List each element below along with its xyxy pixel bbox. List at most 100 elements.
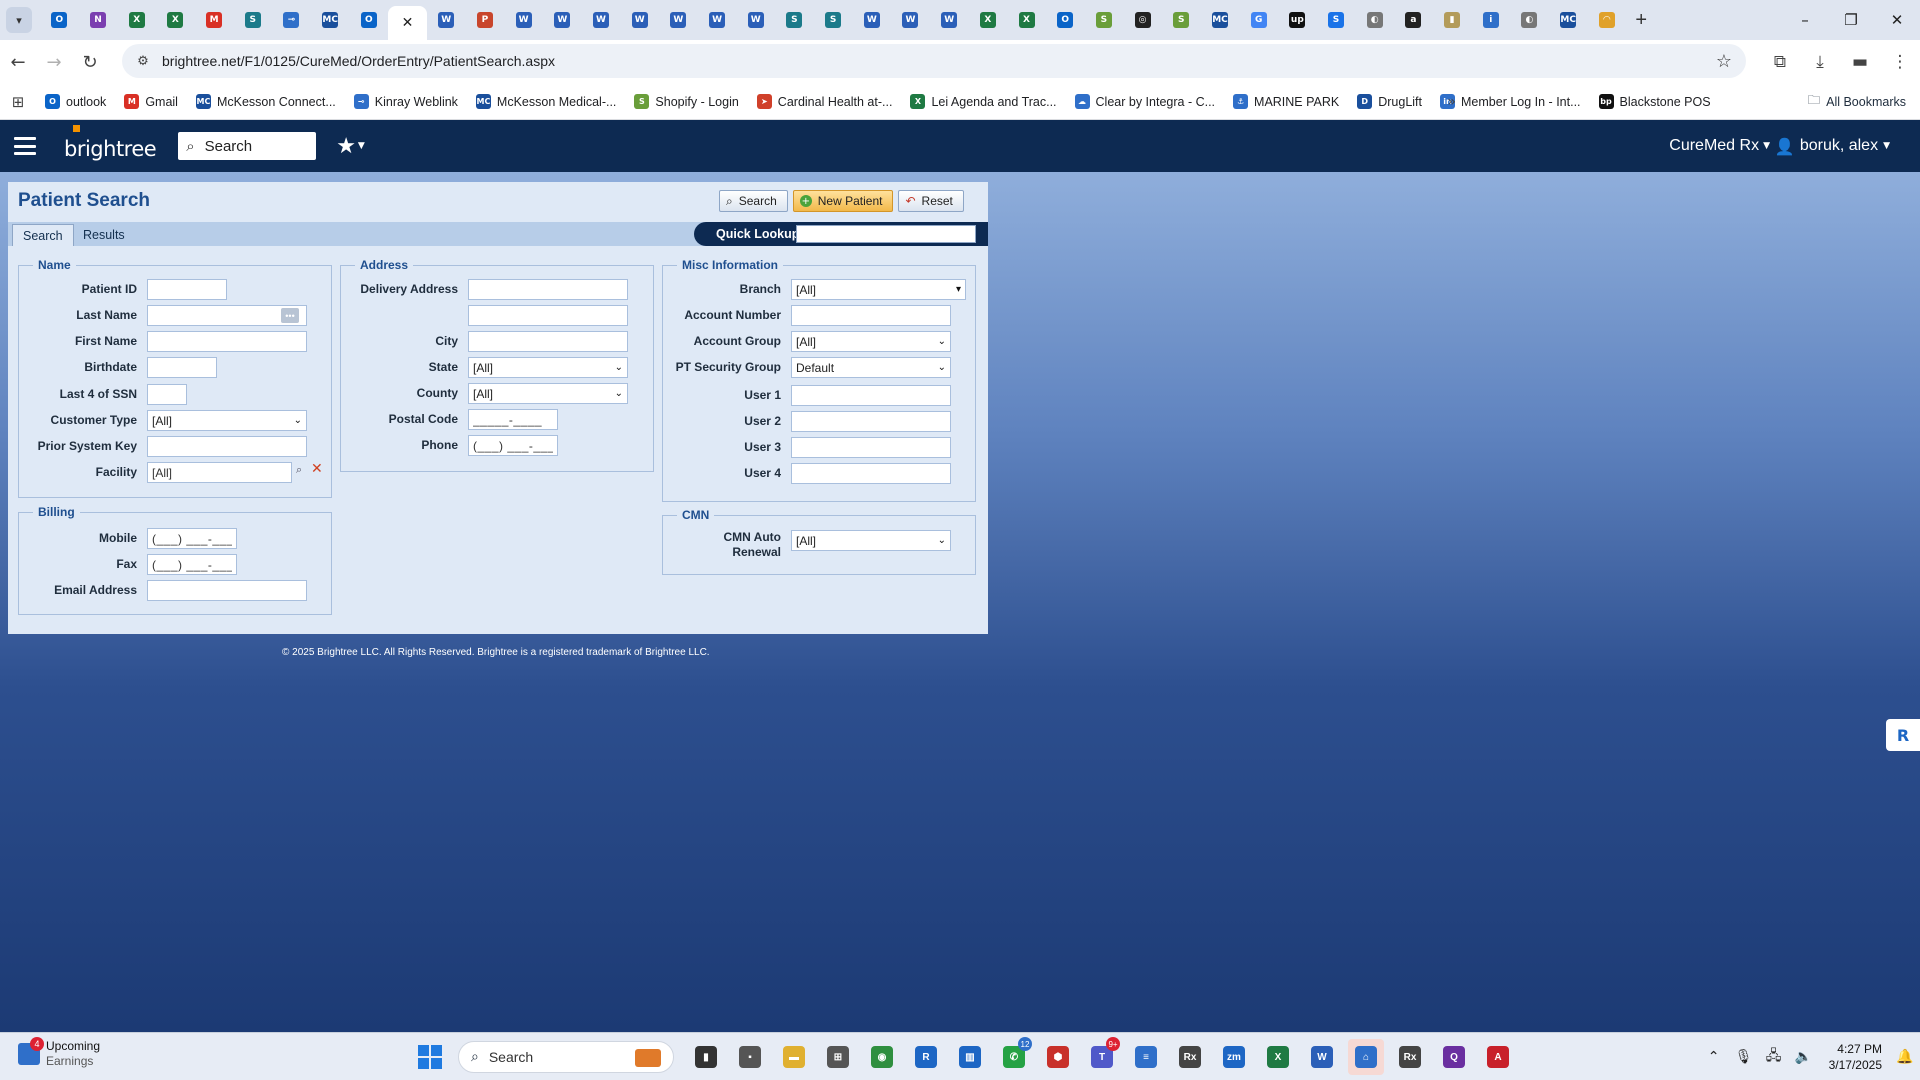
browser-tab[interactable]: O	[40, 4, 79, 36]
taskbar-app[interactable]: ▪	[732, 1039, 768, 1075]
browser-tab[interactable]: S	[1317, 4, 1356, 36]
taskbar-app[interactable]: Rx	[1172, 1039, 1208, 1075]
browser-tab[interactable]: O	[1046, 4, 1085, 36]
pt-security-group-select[interactable]: Default ⌄	[791, 357, 951, 378]
browser-tab[interactable]: W	[930, 4, 969, 36]
bookmark-item[interactable]: S Shopify - Login	[625, 88, 747, 116]
browser-menu-icon[interactable]: ⋮	[1880, 52, 1920, 72]
bookmark-item[interactable]: M Gmail	[115, 88, 187, 116]
taskbar-app[interactable]: ▬	[776, 1039, 812, 1075]
clock[interactable]: 4:27 PM 3/17/2025	[1829, 1041, 1882, 1073]
bookmark-item[interactable]: D DrugLift	[1348, 88, 1431, 116]
bookmark-item[interactable]: MC McKesson Connect...	[187, 88, 345, 116]
county-select[interactable]: [All] ⌄	[468, 383, 628, 404]
taskbar-app[interactable]: ▥	[952, 1039, 988, 1075]
birthdate-input[interactable]	[147, 357, 217, 378]
notifications-bell-icon[interactable]: 🔔	[1890, 1049, 1920, 1065]
bookmark-star-icon[interactable]: ☆	[1716, 51, 1732, 72]
mobile-input[interactable]	[147, 528, 237, 549]
taskbar-app[interactable]: ✆ 12	[996, 1037, 1032, 1075]
network-icon[interactable]: 🖧	[1759, 1045, 1789, 1069]
browser-tab[interactable]: X	[117, 4, 156, 36]
browser-tab[interactable]: MC	[1201, 4, 1240, 36]
taskbar-app[interactable]: ⬢	[1040, 1039, 1076, 1075]
first-name-input[interactable]	[147, 331, 307, 352]
user1-input[interactable]	[791, 385, 951, 406]
bookmark-item[interactable]: ⚓ MARINE PARK	[1224, 88, 1348, 116]
browser-tab[interactable]: W	[852, 4, 891, 36]
bookmark-item[interactable]: bp Blackstone POS	[1590, 88, 1720, 116]
restore-icon[interactable]: ❐	[1828, 0, 1874, 40]
bookmark-item[interactable]: ⊸ Kinray Weblink	[345, 88, 467, 116]
back-icon[interactable]: ←	[0, 44, 36, 80]
facility-input[interactable]	[147, 462, 292, 483]
taskbar-app[interactable]: R	[908, 1039, 944, 1075]
news-widget[interactable]: 4 Upcoming Earnings	[18, 1037, 100, 1069]
site-info-icon[interactable]: ⚙	[134, 54, 152, 69]
browser-tab[interactable]: N	[79, 4, 118, 36]
favorites-menu[interactable]: ★ ▼	[336, 134, 365, 159]
user4-input[interactable]	[791, 463, 951, 484]
taskbar-app[interactable]: T 9+	[1084, 1037, 1120, 1075]
delivery-address-line2-input[interactable]	[468, 305, 628, 326]
browser-tab[interactable]: W	[620, 4, 659, 36]
all-bookmarks-folder[interactable]: 🗀 All Bookmarks	[1808, 91, 1906, 112]
extensions-icon[interactable]: ⧉	[1760, 52, 1800, 72]
branch-select[interactable]: [All] ▾	[791, 279, 966, 300]
brightree-logo[interactable]: brightree	[64, 125, 157, 161]
taskbar-app[interactable]: ⊞	[820, 1039, 856, 1075]
browser-tab[interactable]: ✕	[388, 6, 427, 40]
taskbar-app[interactable]: Q	[1436, 1039, 1472, 1075]
browser-tab[interactable]: X	[156, 4, 195, 36]
profile-icon[interactable]: ▬	[1840, 52, 1880, 72]
user2-input[interactable]	[791, 411, 951, 432]
taskbar-app[interactable]: ◉	[864, 1039, 900, 1075]
facility-lookup-icon[interactable]: ⌕	[296, 463, 302, 477]
more-bookmarks-icon[interactable]: »	[1447, 94, 1456, 110]
patient-id-input[interactable]	[147, 279, 227, 300]
browser-tab[interactable]: S	[775, 4, 814, 36]
apps-grid-icon[interactable]: ⊞	[0, 93, 36, 111]
email-input[interactable]	[147, 580, 307, 601]
user3-input[interactable]	[791, 437, 951, 458]
forward-icon[interactable]: →	[36, 44, 72, 80]
browser-tab[interactable]: W	[698, 4, 737, 36]
taskbar-app[interactable]: A	[1480, 1039, 1516, 1075]
browser-tab[interactable]: ▮	[1433, 4, 1472, 36]
browser-tab[interactable]: ◠	[1588, 4, 1627, 36]
browser-tab[interactable]: X	[969, 4, 1008, 36]
taskbar-search[interactable]: ⌕ Search	[458, 1041, 674, 1073]
side-widget-r-icon[interactable]: R	[1886, 719, 1920, 751]
show-hidden-icons-chevron-icon[interactable]: ⌃	[1699, 1049, 1729, 1065]
browser-tab[interactable]: up	[1278, 4, 1317, 36]
reload-icon[interactable]: ↻	[72, 44, 108, 80]
tab-search-chevron-icon[interactable]: ▾	[6, 7, 32, 33]
new-tab-button[interactable]: +	[1626, 5, 1656, 35]
close-tab-icon[interactable]: ✕	[402, 15, 414, 31]
minimize-icon[interactable]: –	[1782, 0, 1828, 40]
taskbar-app[interactable]: ▮	[688, 1039, 724, 1075]
bookmark-item[interactable]: ➤ Cardinal Health at-...	[748, 88, 902, 116]
phone-input[interactable]	[468, 435, 558, 456]
fax-input[interactable]	[147, 554, 237, 575]
quick-lookup-input[interactable]	[796, 225, 976, 243]
browser-tab[interactable]: W	[891, 4, 930, 36]
cmn-auto-renewal-select[interactable]: [All] ⌄	[791, 530, 951, 551]
taskbar-app[interactable]: ≡	[1128, 1039, 1164, 1075]
browser-tab[interactable]: MC	[311, 4, 350, 36]
ssn-input[interactable]	[147, 384, 187, 405]
browser-tab[interactable]: O	[350, 4, 389, 36]
tab-results[interactable]: Results	[73, 224, 135, 246]
browser-tab[interactable]: S	[1162, 4, 1201, 36]
clear-facility-icon[interactable]: ✕	[311, 461, 323, 477]
company-menu[interactable]: CureMed Rx ▼	[1669, 137, 1770, 155]
volume-icon[interactable]: 🔈	[1789, 1049, 1819, 1065]
browser-tab[interactable]: X	[1007, 4, 1046, 36]
taskbar-app[interactable]: zm	[1216, 1039, 1252, 1075]
bookmark-item[interactable]: Ooutlook	[36, 88, 115, 116]
browser-tab[interactable]: G	[1239, 4, 1278, 36]
browser-tab[interactable]: W	[427, 4, 466, 36]
bookmark-item[interactable]: MC McKesson Medical-...	[467, 88, 625, 116]
browser-tab[interactable]: W	[582, 4, 621, 36]
download-icon[interactable]: ⤓	[1800, 52, 1840, 72]
